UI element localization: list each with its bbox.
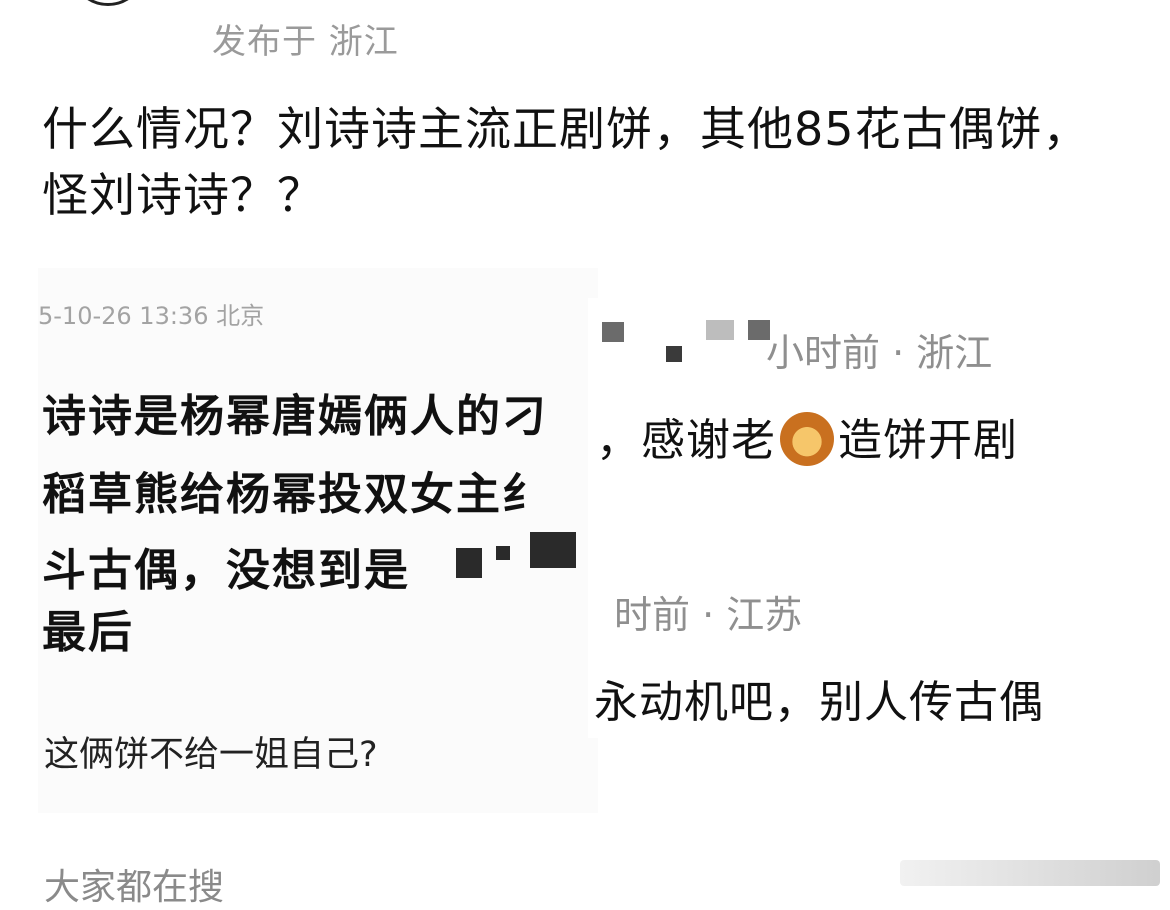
left-comment-line-4: 最后 [42,607,134,658]
comment-1-text-after: 造饼开剧 [838,415,1018,466]
left-comment-line-3: 斗古偶，没想到是 [42,545,410,596]
censor-block [602,322,624,342]
embedded-screenshot-right: 小时前 · 浙江 ，感谢老 造饼开剧 时前 · 江苏 永动机吧，别人传古偶 [588,298,1148,738]
post-location: 发布于 浙江 [212,22,399,62]
left-comment-line-1: 诗诗是杨幂唐嫣俩人的刁 [42,391,548,442]
left-reply-text: 这俩饼不给一姐自己? [44,735,378,775]
lion-emoji-icon [780,412,834,466]
embedded-screenshot-left: 5-10-26 13:36 北京 诗诗是杨幂唐嫣俩人的刁 稻草熊给杨幂投双女主纟… [38,268,598,813]
comment-1-text: ，感谢老 造饼开剧 [596,404,1018,470]
censor-block [706,320,734,340]
post-body-text: 什么情况？刘诗诗主流正剧饼，其他85花古偶饼，怪刘诗诗？？ [42,102,1090,222]
censor-block [456,548,482,578]
left-comment-meta: 5-10-26 13:36 北京 [38,302,265,330]
avatar-area[interactable] [60,0,180,10]
censor-block [666,346,682,362]
watermark [900,860,1160,886]
censor-block [530,532,576,568]
comment-1-meta: 小时前 · 浙江 [766,331,993,375]
trending-search-label[interactable]: 大家都在搜 [44,858,224,910]
comment-1-text-before: ，感谢老 [596,415,776,466]
comment-2-text: 永动机吧，别人传古偶 [594,677,1044,728]
comment-2-meta: 时前 · 江苏 [614,593,803,637]
left-comment-line-2: 稻草熊给杨幂投双女主纟 [42,469,548,520]
avatar[interactable] [70,0,146,6]
censor-block [496,546,510,560]
